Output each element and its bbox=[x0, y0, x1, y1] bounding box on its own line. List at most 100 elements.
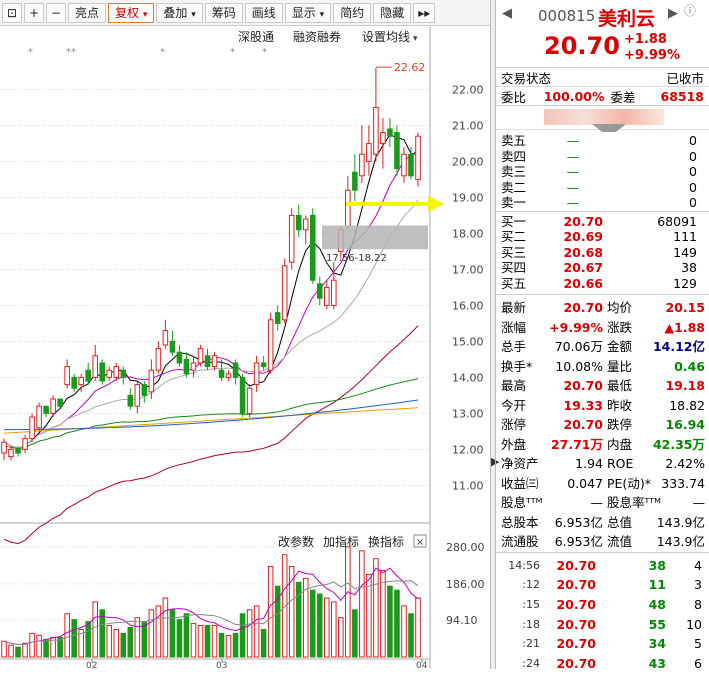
overlay-button[interactable]: 叠加 ▾ bbox=[156, 2, 203, 23]
volume-bar bbox=[127, 627, 134, 658]
volume-tick-label: 186.00 bbox=[446, 578, 485, 591]
chevron-down-icon: ▾ bbox=[319, 9, 325, 20]
indicator-label: 深股通 bbox=[238, 30, 274, 44]
volume-bar bbox=[345, 546, 351, 658]
volume-bar bbox=[253, 605, 260, 658]
stat-row: 总股本 6.953亿 总值 143.9亿 bbox=[496, 513, 709, 533]
stat-label: 外盘 bbox=[501, 436, 527, 452]
tick-count: 5 bbox=[694, 636, 702, 652]
ad-banner[interactable] bbox=[496, 106, 709, 132]
level-volume: 129 bbox=[673, 275, 697, 291]
simple-button[interactable]: 简约 bbox=[333, 2, 372, 23]
hide-button[interactable]: 隐藏 bbox=[373, 2, 412, 23]
tick-count: 4 bbox=[694, 557, 702, 573]
volume-bar bbox=[134, 617, 141, 658]
chips-button[interactable]: 筹码 bbox=[204, 2, 243, 23]
stat-label: 最低 bbox=[607, 378, 633, 393]
level-label: 买五 bbox=[501, 275, 527, 291]
stat-row: 最高 20.70 最低 19.18 bbox=[496, 376, 709, 396]
buy-level-row[interactable]: 买四 20.67 38 bbox=[496, 260, 709, 276]
candle-body bbox=[8, 448, 14, 458]
volume-bar bbox=[1, 640, 7, 658]
buy-level-row[interactable]: 买二 20.69 111 bbox=[496, 229, 709, 245]
moving-average-lines bbox=[3, 134, 419, 545]
candle-body bbox=[295, 214, 302, 231]
tick-time: :15 bbox=[522, 597, 540, 611]
sell-level-row: 卖二 — 0 bbox=[496, 180, 709, 196]
stat-value: 20.70 bbox=[563, 300, 603, 315]
candle-body bbox=[408, 153, 414, 177]
stat-label: 总手 bbox=[501, 339, 527, 354]
stat-label: 总股本 bbox=[501, 514, 539, 530]
month-label: 04 bbox=[416, 661, 428, 669]
tick-price: 20.70 bbox=[556, 655, 596, 671]
chevron-down-icon: ▾ bbox=[413, 34, 418, 44]
stat-value: 18.82 bbox=[669, 397, 705, 413]
buy-level-row[interactable]: 买三 20.68 149 bbox=[496, 245, 709, 261]
next-stock-icon[interactable]: ▶ bbox=[668, 6, 678, 21]
candle-body bbox=[309, 214, 316, 281]
stat-label: 今开 bbox=[501, 397, 527, 413]
stat-value: 20.70 bbox=[563, 378, 603, 393]
zoom-in-button[interactable]: + bbox=[24, 2, 44, 23]
stock-code: 000815 bbox=[538, 7, 596, 25]
buy-level-row[interactable]: 买五 20.66 129 bbox=[496, 276, 709, 292]
level-volume: 0 bbox=[689, 133, 697, 148]
stat-value: 2.42% bbox=[665, 456, 705, 471]
volume-bar bbox=[408, 613, 414, 658]
stat-value: 27.71万 bbox=[550, 436, 603, 452]
stat-label: 收益㈢ bbox=[501, 475, 539, 491]
tick-row: :12 20.70 11 3 bbox=[496, 575, 709, 595]
candle-body bbox=[190, 362, 197, 371]
level-price: — bbox=[566, 133, 580, 148]
stat-label: PE(动)* bbox=[607, 475, 651, 491]
tick-count: 6 bbox=[694, 655, 702, 671]
prev-stock-icon[interactable]: ◀ bbox=[502, 6, 512, 21]
candle-body bbox=[29, 416, 35, 440]
buy-level-row[interactable]: 买一 20.70 68091 bbox=[496, 214, 709, 230]
level-label: 卖一 bbox=[501, 195, 527, 210]
display-button[interactable]: 显示 ▾ bbox=[284, 2, 332, 23]
price-tick-label: 12.00 bbox=[452, 443, 484, 456]
candle-body bbox=[415, 135, 421, 180]
volume-bar bbox=[246, 609, 253, 658]
tick-row: :15 20.70 48 8 bbox=[496, 595, 709, 615]
price-tick-label: 20.00 bbox=[452, 155, 484, 168]
volume-bar bbox=[316, 593, 323, 658]
candle-body bbox=[267, 319, 274, 371]
volume-bar bbox=[113, 628, 120, 658]
level-price: 20.70 bbox=[563, 213, 603, 229]
tick-volume: 43 bbox=[648, 655, 666, 671]
kline-chart[interactable]: 深股通 融资融券 设置均线 ▾* ** * * *22.0021.0020.0019.0018… bbox=[0, 27, 490, 669]
level-price: 20.69 bbox=[563, 229, 603, 244]
candle-body bbox=[1, 441, 7, 454]
highlight-button[interactable]: 亮点 bbox=[68, 2, 107, 23]
candle-body bbox=[359, 153, 365, 177]
tick-list[interactable]: 14:56 20.70 38 4:12 20.70 11 3:15 20.70 48 8:18 20… bbox=[496, 553, 709, 674]
last-price: 20.70 bbox=[544, 32, 620, 60]
volume-bar bbox=[394, 589, 400, 658]
stat-value: 42.35万 bbox=[652, 436, 705, 452]
stat-label: ROE bbox=[607, 456, 634, 471]
volume-bar bbox=[15, 646, 21, 658]
more-icon[interactable]: ▸▸ bbox=[413, 2, 436, 23]
tick-time: :18 bbox=[522, 617, 540, 631]
volume-bar bbox=[85, 621, 91, 658]
stat-row: 净资产 1.94 ROE 2.42% bbox=[496, 454, 709, 474]
draw-line-button[interactable]: 画线 bbox=[244, 2, 283, 23]
volume-bar bbox=[380, 569, 386, 658]
candle-body bbox=[380, 132, 386, 144]
info-icon[interactable]: ⓘ bbox=[684, 2, 696, 19]
volume-menu-item: 加指标 bbox=[323, 534, 359, 549]
stat-value: 19.18 bbox=[665, 378, 705, 393]
candle-body bbox=[211, 355, 218, 368]
lock-icon[interactable]: ⊡ bbox=[2, 2, 22, 23]
candle-body bbox=[85, 369, 91, 382]
adjust-button[interactable]: 复权 ▾ bbox=[108, 2, 155, 23]
zoom-out-button[interactable]: − bbox=[46, 2, 66, 23]
price-tick-label: 22.00 bbox=[452, 83, 484, 96]
volume-bar bbox=[204, 625, 211, 658]
price-tick-label: 16.00 bbox=[452, 299, 484, 312]
tick-row: :21 20.70 34 5 bbox=[496, 634, 709, 654]
price-tick-label: 14.00 bbox=[452, 371, 484, 384]
